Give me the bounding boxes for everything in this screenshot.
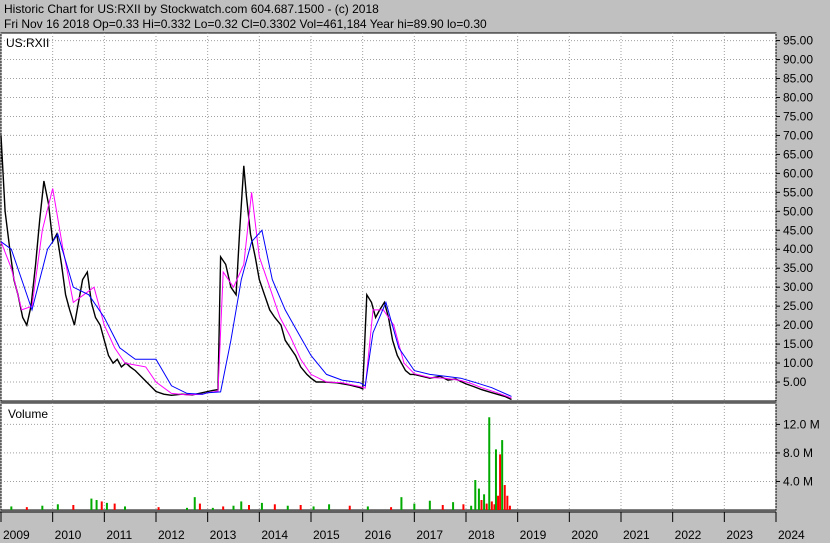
volume-bar [286, 505, 289, 510]
volume-bar [273, 504, 276, 510]
volume-bar [474, 480, 477, 510]
x-tick-label: 2014 [261, 528, 288, 542]
x-tick-label: 2024 [778, 528, 805, 542]
volume-tick-label: 8.0 M [783, 446, 813, 460]
price-tick-label: 30.00 [783, 280, 813, 294]
volume-bar [488, 417, 491, 510]
volume-bar [90, 498, 93, 510]
price-y-axis: 95.00 90.00 85.00 80.00 75.00 70.00 65.00 60.00… [776, 34, 813, 389]
volume-bar [477, 488, 480, 510]
volume-bar [503, 485, 506, 510]
volume-bar [72, 505, 75, 510]
volume-bar [56, 504, 59, 510]
volume-bar [506, 495, 509, 510]
volume-bar [260, 502, 263, 510]
price-tick-label: 60.00 [783, 166, 813, 180]
x-tick-label: 2017 [416, 528, 443, 542]
x-tick-label: 2021 [623, 528, 650, 542]
volume-bar [198, 503, 201, 510]
x-tick-label: 2012 [158, 528, 185, 542]
volume-bar [480, 500, 483, 510]
stock-chart: Historic Chart for US:RXII by Stockwatch… [0, 0, 830, 543]
price-tick-label: 70.00 [783, 128, 813, 142]
volume-bar [501, 440, 504, 510]
volume-bar [240, 501, 243, 510]
price-tick-label: 20.00 [783, 318, 813, 332]
volume-bar [113, 503, 116, 510]
x-tick-label: 2011 [106, 528, 132, 542]
price-tick-label: 75.00 [783, 109, 813, 123]
volume-tick-label: 4.0 M [783, 474, 813, 488]
price-tick-label: 95.00 [783, 34, 813, 48]
volume-bar [25, 507, 28, 510]
volume-bar [441, 505, 444, 510]
price-tick-label: 15.00 [783, 337, 813, 351]
volume-bar [211, 507, 214, 510]
x-tick-label: 2016 [365, 528, 392, 542]
volume-bar [497, 495, 500, 510]
volume-bar [390, 507, 393, 510]
x-tick-label: 2018 [468, 528, 495, 542]
volume-bar [366, 506, 369, 510]
volume-bar [499, 454, 502, 510]
price-tick-label: 50.00 [783, 204, 813, 218]
x-tick-label: 2013 [210, 528, 237, 542]
volume-bar [232, 505, 235, 510]
price-tick-label: 80.00 [783, 90, 813, 104]
price-tick-label: 90.00 [783, 53, 813, 67]
volume-bar [483, 494, 486, 510]
price-tick-label: 5.00 [783, 375, 807, 389]
volume-tick-label: 12.0 M [783, 417, 820, 431]
volume-bar [328, 504, 331, 510]
volume-bar [193, 497, 196, 510]
price-tick-label: 25.00 [783, 299, 813, 313]
price-tick-label: 35.00 [783, 261, 813, 275]
volume-bar [10, 506, 13, 510]
x-tick-label: 2023 [726, 528, 753, 542]
price-tick-label: 55.00 [783, 185, 813, 199]
price-tick-label: 10.00 [783, 356, 813, 370]
x-tick-label: 2019 [520, 528, 547, 542]
price-tick-label: 65.00 [783, 147, 813, 161]
volume-bar [124, 506, 126, 510]
volume-bar [186, 507, 188, 510]
x-tick-label: 2020 [571, 528, 598, 542]
volume-panel-label: Volume [8, 407, 48, 421]
volume-bar [348, 505, 351, 510]
volume-bar [248, 505, 250, 510]
volume-bar [413, 503, 416, 510]
volume-bar [494, 449, 497, 510]
price-tick-label: 85.00 [783, 72, 813, 86]
volume-bar [95, 500, 98, 510]
volume-bar [312, 506, 315, 510]
volume-y-axis: 12.0 M 8.0 M 4.0 M [776, 417, 820, 488]
price-panel [0, 32, 777, 402]
volume-bar [508, 505, 511, 510]
price-panel-label: US:RXII [6, 36, 49, 50]
volume-bar [462, 504, 465, 510]
volume-bar [100, 501, 103, 510]
volume-bar [428, 500, 431, 510]
volume-bar [400, 497, 403, 510]
x-tick-label: 2015 [313, 528, 340, 542]
x-tick-label: 2009 [3, 528, 30, 542]
x-tick-label: 2022 [675, 528, 702, 542]
volume-bar [157, 507, 160, 510]
volume-bar [299, 505, 302, 510]
volume-bar [470, 505, 473, 510]
volume-bar [490, 501, 493, 510]
volume-bar [452, 502, 455, 510]
price-tick-label: 40.00 [783, 242, 813, 256]
x-tick-label: 2010 [55, 528, 82, 542]
volume-bar [485, 503, 488, 510]
volume-bar [222, 506, 225, 510]
header-quote: Fri Nov 16 2018 Op=0.33 Hi=0.332 Lo=0.32… [4, 17, 487, 31]
price-tick-label: 45.00 [783, 223, 813, 237]
volume-bar [105, 502, 108, 510]
header-title: Historic Chart for US:RXII by Stockwatch… [4, 2, 379, 16]
volume-bar [41, 505, 44, 510]
volume-panel [0, 402, 777, 511]
